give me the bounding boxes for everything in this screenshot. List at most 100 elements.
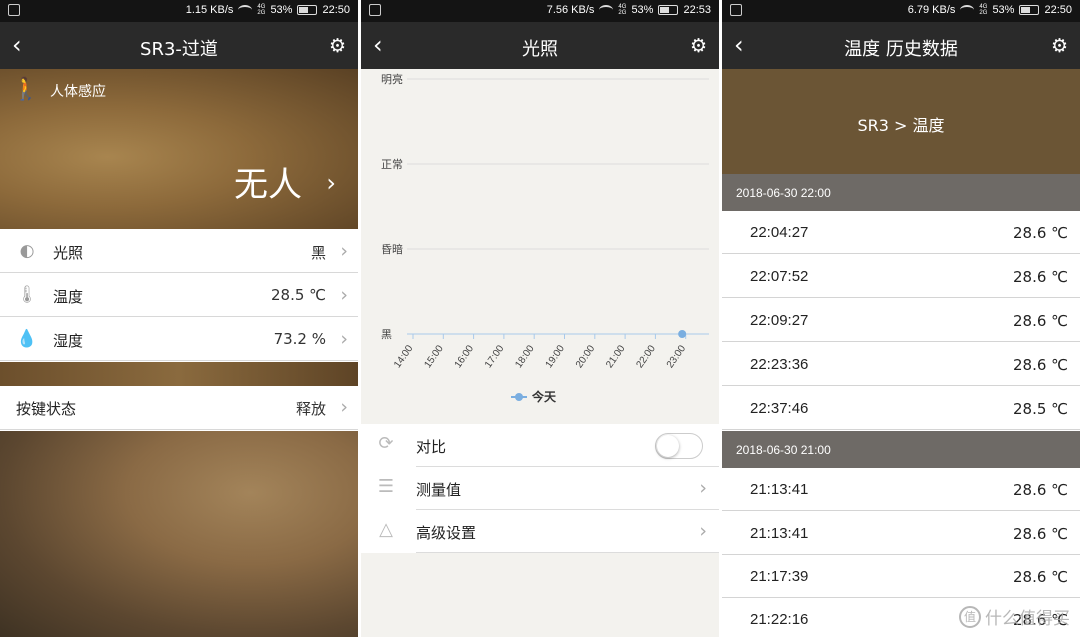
gear-icon[interactable]: ⚙ [329, 35, 346, 57]
status-bar: 1.15 KB/s 4G 2G 53% 22:50 [0, 0, 358, 22]
row-label: 温度 [53, 288, 84, 306]
motion-card[interactable]: 🚶 人体感应 无人 › [0, 69, 358, 229]
record-value: 28.6 ℃ [1012, 568, 1068, 586]
history-row: 22:04:27 28.6 ℃ [722, 211, 1080, 254]
legend-label: 今天 [532, 390, 557, 404]
clock: 22:50 [1044, 4, 1072, 16]
battery-percent: 53% [631, 4, 654, 16]
history-row: 22:23:36 28.6 ℃ [722, 343, 1080, 386]
record-value: 28.6 ℃ [1012, 356, 1068, 374]
back-icon[interactable]: ‹ [734, 32, 744, 58]
watermark: 值 什么值得买 [959, 604, 1070, 629]
option-advanced-settings[interactable]: △ 高级设置 › [361, 510, 719, 553]
gear-icon[interactable]: ⚙ [1051, 35, 1068, 57]
battery-icon [1019, 5, 1040, 15]
section-divider [0, 362, 358, 386]
x-tick-label: 22:00 [634, 343, 658, 370]
y-tick-label: 正常 [381, 158, 403, 171]
battery-percent: 53% [270, 4, 293, 16]
record-time: 21:13:41 [750, 481, 809, 498]
record-value: 28.6 ℃ [1012, 268, 1068, 286]
title-bar: ‹ SR3-过道 ⚙ [0, 22, 358, 69]
watermark-text: 什么值得买 [985, 609, 1070, 629]
row-key-state[interactable]: 按键状态 释放 › [0, 387, 358, 430]
history-row: 21:17:39 28.6 ℃ [722, 555, 1080, 598]
record-value: 28.5 ℃ [1012, 400, 1068, 418]
title-bar: ‹ 光照 ⚙ [361, 22, 719, 69]
tree-icon: △ [379, 519, 393, 540]
cellular-icon: 4G 2G [618, 4, 627, 16]
chart-legend[interactable]: 今天 [511, 388, 556, 405]
cellular-icon: 4G 2G [979, 4, 988, 16]
history-header: SR3 > 温度 [722, 69, 1080, 174]
x-tick-label: 14:00 [392, 343, 416, 370]
x-tick-label: 16:00 [453, 343, 477, 370]
list-icon: ☰ [377, 476, 395, 497]
y-tick-label: 明亮 [381, 72, 403, 86]
history-row: 22:09:27 28.6 ℃ [722, 299, 1080, 342]
network-speed: 7.56 KB/s [546, 4, 595, 16]
option-compare: ⟳ 对比 [361, 424, 719, 467]
row-value: 释放 [295, 400, 326, 418]
wifi-icon [960, 5, 975, 15]
group-header: 2018-06-30 22:00 [722, 174, 1080, 211]
cellular-icon: 4G 2G [257, 4, 266, 16]
background-image [0, 431, 358, 637]
record-value: 28.6 ℃ [1012, 525, 1068, 543]
record-time: 21:22:16 [750, 611, 809, 628]
x-tick-label: 19:00 [544, 343, 568, 370]
chevron-right-icon[interactable]: › [326, 169, 336, 197]
option-measurements[interactable]: ☰ 测量值 › [361, 467, 719, 510]
chevron-right-icon: › [340, 240, 348, 262]
gear-icon[interactable]: ⚙ [690, 35, 707, 57]
legend-marker [511, 392, 527, 401]
clock: 22:50 [322, 4, 350, 16]
row-label: 湿度 [53, 332, 84, 350]
option-label: 测量值 [416, 481, 462, 499]
status-bar: 7.56 KB/s 4G 2G 53% 22:53 [361, 0, 719, 22]
battery-icon [658, 5, 679, 15]
chevron-right-icon: › [340, 328, 348, 350]
x-tick-label: 23:00 [665, 343, 689, 370]
compare-toggle[interactable] [655, 433, 703, 459]
chevron-right-icon: › [340, 396, 348, 418]
wifi-icon [238, 5, 253, 15]
option-label: 高级设置 [416, 524, 477, 542]
panel-light-chart: 7.56 KB/s 4G 2G 53% 22:53 ‹ 光照 ⚙ 明亮 正常 昏暗黑 1… [361, 0, 719, 637]
record-time: 22:09:27 [750, 312, 809, 329]
motion-state: 无人 [234, 165, 302, 205]
chevron-right-icon: › [340, 284, 348, 306]
battery-icon [297, 5, 318, 15]
y-tick-label: 黑 [381, 328, 392, 341]
breadcrumb: SR3 > 温度 [857, 116, 945, 135]
panel-device-detail: 1.15 KB/s 4G 2G 53% 22:50 ‹ SR3-过道 ⚙ 🚶 人体… [0, 0, 358, 637]
panel-temperature-history: 6.79 KB/s 4G 2G 53% 22:50 ‹ 温度 历史数据 ⚙ SR3… [722, 0, 1080, 637]
row-temperature[interactable]: 🌡 温度 28.5 ℃ › [0, 275, 358, 317]
thermometer-icon: 🌡 [16, 285, 38, 305]
row-humidity[interactable]: 💧 湿度 73.2 % › [0, 319, 358, 361]
x-tick-label: 21:00 [604, 343, 628, 370]
back-icon[interactable]: ‹ [373, 32, 383, 58]
row-light[interactable]: ◐ 光照 黑 › [0, 231, 358, 273]
network-speed: 6.79 KB/s [907, 4, 956, 16]
history-row: 21:13:41 28.6 ℃ [722, 468, 1080, 511]
page-title: 温度 历史数据 [844, 39, 958, 60]
motion-sensor-icon: 🚶 [12, 77, 40, 102]
record-time: 22:37:46 [750, 400, 809, 417]
history-row: 22:07:52 28.6 ℃ [722, 255, 1080, 298]
record-time: 22:23:36 [750, 356, 809, 373]
motion-label: 人体感应 [50, 84, 106, 100]
back-icon[interactable]: ‹ [12, 32, 22, 58]
history-row: 22:37:46 28.5 ℃ [722, 387, 1080, 430]
clock: 22:53 [683, 4, 711, 16]
data-point [678, 330, 687, 338]
watermark-logo-icon: 值 [959, 605, 981, 628]
row-value: 28.5 ℃ [270, 286, 326, 304]
chevron-right-icon: › [699, 520, 707, 542]
x-tick-label: 20:00 [574, 343, 598, 370]
title-bar: ‹ 温度 历史数据 ⚙ [722, 22, 1080, 69]
gallery-icon [8, 4, 20, 16]
record-value: 28.6 ℃ [1012, 481, 1068, 499]
row-value: 黑 [310, 244, 326, 262]
status-bar: 6.79 KB/s 4G 2G 53% 22:50 [722, 0, 1080, 22]
